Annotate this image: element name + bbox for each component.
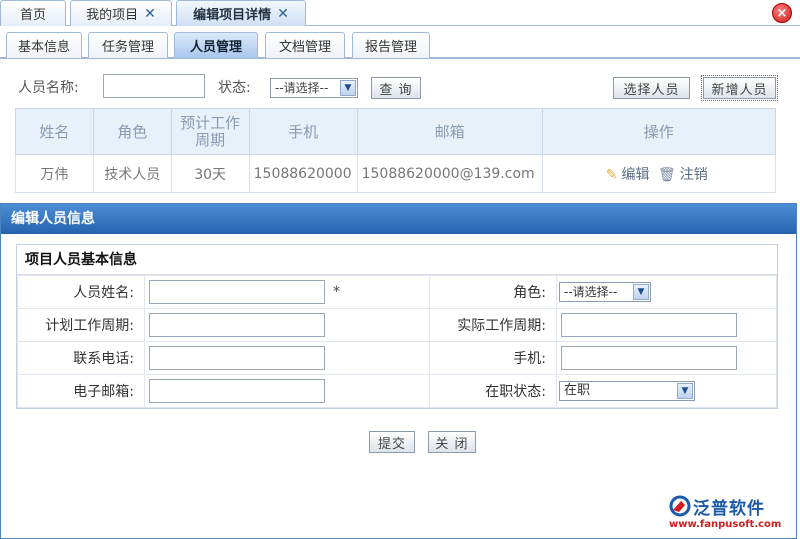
person-name-field-label: 人员姓名: bbox=[17, 275, 145, 309]
subtab-people-management[interactable]: 人员管理 bbox=[174, 32, 258, 58]
table-row: 万伟 技术人员 30天 15088620000 15088620000@139.… bbox=[15, 154, 777, 193]
table-header-row: 姓名 角色 预计工作周期 手机 邮箱 操作 bbox=[15, 108, 777, 155]
role-field-cell: --请选择-- ▼ bbox=[556, 275, 777, 309]
fanpu-logo: 泛普软件 www.fanpusoft.com bbox=[669, 494, 794, 534]
search-bar: 人员名称: 状态: --请选择-- ▼ 查 询 选择人员 新增人员 bbox=[0, 72, 800, 104]
role-select-value: --请选择-- bbox=[564, 285, 618, 299]
tab-home[interactable]: 首页 bbox=[0, 0, 66, 26]
form-row: 联系电话: 手机: bbox=[17, 341, 777, 375]
contact-phone-field[interactable] bbox=[149, 346, 325, 370]
role-select[interactable]: --请选择-- ▼ bbox=[559, 282, 651, 302]
form-row: 人员姓名: * 角色: --请选择-- ▼ bbox=[17, 275, 777, 309]
trash-icon: 🗑 bbox=[657, 166, 676, 183]
chevron-down-icon: ▼ bbox=[340, 80, 356, 96]
contact-phone-label: 联系电话: bbox=[17, 341, 145, 375]
close-button[interactable]: 关 闭 bbox=[428, 431, 476, 453]
add-person-button[interactable]: 新增人员 bbox=[701, 75, 778, 101]
person-form: 项目人员基本信息 人员姓名: * 角色: --请选择-- ▼ 计划工作周期: 实… bbox=[16, 244, 778, 409]
status-select[interactable]: --请选择-- ▼ bbox=[270, 78, 358, 98]
status-label: 状态: bbox=[218, 80, 251, 96]
mobile-field[interactable] bbox=[561, 346, 737, 370]
employment-status-value: 在职 bbox=[564, 383, 591, 398]
form-section-title: 项目人员基本信息 bbox=[17, 245, 777, 275]
cell-role: 技术人员 bbox=[92, 154, 172, 193]
person-name-field-cell: * bbox=[144, 275, 430, 309]
cell-mobile: 15088620000 bbox=[248, 154, 358, 193]
tab-edit-project-detail-label: 编辑项目详情 bbox=[193, 8, 272, 23]
logo-url: www.fanpusoft.com bbox=[669, 519, 782, 530]
col-mobile: 手机 bbox=[248, 108, 358, 155]
employment-status-select[interactable]: 在职 ▼ bbox=[559, 381, 695, 401]
tab-edit-project-detail-close-icon[interactable]: ✕ bbox=[277, 7, 289, 21]
people-table: 姓名 角色 预计工作周期 手机 邮箱 操作 万伟 技术人员 30天 150886… bbox=[15, 108, 777, 193]
person-name-label: 人员名称: bbox=[18, 80, 79, 96]
cell-period: 30天 bbox=[170, 154, 250, 193]
actual-period-cell bbox=[556, 308, 777, 342]
col-role: 角色 bbox=[92, 108, 172, 155]
email-field[interactable] bbox=[149, 379, 325, 403]
planned-period-field[interactable] bbox=[149, 313, 325, 337]
actual-period-label: 实际工作周期: bbox=[429, 308, 557, 342]
role-field-label: 角色: bbox=[429, 275, 557, 309]
contact-phone-cell bbox=[144, 341, 430, 375]
logo-name: 泛普软件 bbox=[693, 499, 765, 519]
tab-edit-project-detail[interactable]: 编辑项目详情 ✕ bbox=[176, 0, 306, 26]
person-form-table: 人员姓名: * 角色: --请选择-- ▼ 计划工作周期: 实际工作周期: 联系… bbox=[17, 275, 777, 408]
top-tab-bar: 首页 我的项目 ✕ 编辑项目详情 ✕ × bbox=[0, 0, 800, 26]
chevron-down-icon: ▼ bbox=[633, 284, 649, 300]
sub-tab-bar: 基本信息 任务管理 人员管理 文档管理 报告管理 bbox=[0, 30, 800, 59]
logo-mark-icon bbox=[669, 495, 691, 517]
status-select-value: --请选择-- bbox=[275, 81, 329, 95]
required-mark: * bbox=[333, 284, 340, 300]
edit-link[interactable]: 编辑 bbox=[622, 167, 650, 183]
form-row: 电子邮箱: 在职状态: 在职 ▼ bbox=[17, 374, 777, 408]
planned-period-cell bbox=[144, 308, 430, 342]
col-period: 预计工作周期 bbox=[170, 108, 250, 155]
subtab-basic-info[interactable]: 基本信息 bbox=[6, 32, 82, 58]
mobile-cell bbox=[556, 341, 777, 375]
email-label: 电子邮箱: bbox=[17, 374, 145, 408]
select-people-button[interactable]: 选择人员 bbox=[613, 77, 690, 99]
email-cell bbox=[144, 374, 430, 408]
col-period-label: 预计工作周期 bbox=[180, 113, 241, 149]
person-name-input[interactable] bbox=[103, 74, 205, 98]
dialog-title: 编辑人员信息 bbox=[1, 204, 796, 234]
col-name: 姓名 bbox=[15, 108, 94, 155]
tab-my-projects-close-icon[interactable]: ✕ bbox=[144, 7, 156, 21]
edit-person-dialog: 编辑人员信息 项目人员基本信息 人员姓名: * 角色: --请选择-- ▼ 计划… bbox=[0, 203, 797, 539]
col-actions: 操作 bbox=[541, 108, 777, 155]
actual-period-field[interactable] bbox=[561, 313, 737, 337]
form-row: 计划工作周期: 实际工作周期: bbox=[17, 308, 777, 342]
planned-period-label: 计划工作周期: bbox=[17, 308, 145, 342]
pencil-icon: ✎ bbox=[605, 166, 618, 183]
subtab-document-management[interactable]: 文档管理 bbox=[265, 32, 345, 58]
cancel-link[interactable]: 注销 bbox=[680, 167, 708, 183]
employment-status-label: 在职状态: bbox=[429, 374, 557, 408]
tab-home-label: 首页 bbox=[19, 8, 46, 23]
submit-button[interactable]: 提交 bbox=[369, 431, 415, 453]
cell-name: 万伟 bbox=[15, 154, 94, 193]
col-email: 邮箱 bbox=[356, 108, 543, 155]
person-name-field[interactable] bbox=[149, 280, 325, 304]
mobile-label: 手机: bbox=[429, 341, 557, 375]
cell-actions: ✎ 编辑 🗑 注销 bbox=[541, 154, 777, 193]
query-button[interactable]: 查 询 bbox=[371, 77, 421, 99]
cell-email: 15088620000@139.com bbox=[356, 154, 543, 193]
employment-status-cell: 在职 ▼ bbox=[556, 374, 777, 408]
chevron-down-icon: ▼ bbox=[677, 383, 693, 399]
subtab-report-management[interactable]: 报告管理 bbox=[352, 32, 430, 58]
tab-my-projects[interactable]: 我的项目 ✕ bbox=[70, 0, 172, 26]
close-all-icon[interactable]: × bbox=[772, 3, 792, 23]
tab-my-projects-label: 我的项目 bbox=[86, 8, 139, 23]
subtab-task-management[interactable]: 任务管理 bbox=[88, 32, 168, 58]
